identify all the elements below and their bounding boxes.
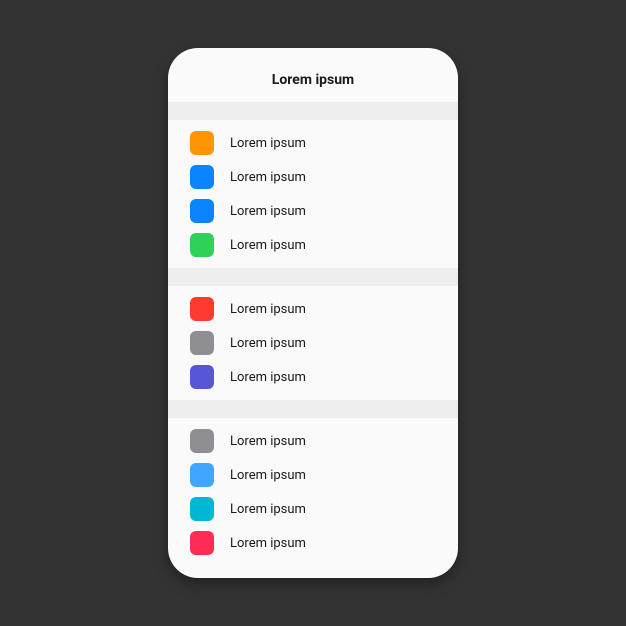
color-swatch-icon bbox=[190, 131, 214, 155]
section-divider bbox=[168, 400, 458, 418]
list-item[interactable]: Lorem ipsum bbox=[168, 424, 458, 458]
list-item[interactable]: Lorem ipsum bbox=[168, 292, 458, 326]
section-divider bbox=[168, 102, 458, 120]
list-item[interactable]: Lorem ipsum bbox=[168, 458, 458, 492]
header: Lorem ipsum bbox=[168, 48, 458, 102]
color-swatch-icon bbox=[190, 297, 214, 321]
list-item-label: Lorem ipsum bbox=[230, 536, 306, 551]
list-item-label: Lorem ipsum bbox=[230, 238, 306, 253]
list-item[interactable]: Lorem ipsum bbox=[168, 492, 458, 526]
list-item-label: Lorem ipsum bbox=[230, 302, 306, 317]
list-item-label: Lorem ipsum bbox=[230, 336, 306, 351]
list-item[interactable]: Lorem ipsum bbox=[168, 160, 458, 194]
list-item[interactable]: Lorem ipsum bbox=[168, 526, 458, 560]
list-item[interactable]: Lorem ipsum bbox=[168, 228, 458, 262]
list-item[interactable]: Lorem ipsum bbox=[168, 194, 458, 228]
section-divider bbox=[168, 268, 458, 286]
list-item-label: Lorem ipsum bbox=[230, 170, 306, 185]
section-3: Lorem ipsum Lorem ipsum Lorem ipsum Lore… bbox=[168, 418, 458, 566]
list-item-label: Lorem ipsum bbox=[230, 434, 306, 449]
color-swatch-icon bbox=[190, 429, 214, 453]
list-item-label: Lorem ipsum bbox=[230, 468, 306, 483]
section-2: Lorem ipsum Lorem ipsum Lorem ipsum bbox=[168, 286, 458, 400]
list-item-label: Lorem ipsum bbox=[230, 370, 306, 385]
color-swatch-icon bbox=[190, 233, 214, 257]
color-swatch-icon bbox=[190, 165, 214, 189]
page-title: Lorem ipsum bbox=[168, 72, 458, 88]
list-item-label: Lorem ipsum bbox=[230, 136, 306, 151]
list-item-label: Lorem ipsum bbox=[230, 502, 306, 517]
color-swatch-icon bbox=[190, 497, 214, 521]
color-swatch-icon bbox=[190, 331, 214, 355]
color-swatch-icon bbox=[190, 463, 214, 487]
list-item-label: Lorem ipsum bbox=[230, 204, 306, 219]
color-swatch-icon bbox=[190, 365, 214, 389]
list-item[interactable]: Lorem ipsum bbox=[168, 126, 458, 160]
color-swatch-icon bbox=[190, 199, 214, 223]
list-item[interactable]: Lorem ipsum bbox=[168, 360, 458, 394]
color-swatch-icon bbox=[190, 531, 214, 555]
device-screen: Lorem ipsum Lorem ipsum Lorem ipsum Lore… bbox=[168, 48, 458, 578]
section-1: Lorem ipsum Lorem ipsum Lorem ipsum Lore… bbox=[168, 120, 458, 268]
list-item[interactable]: Lorem ipsum bbox=[168, 326, 458, 360]
